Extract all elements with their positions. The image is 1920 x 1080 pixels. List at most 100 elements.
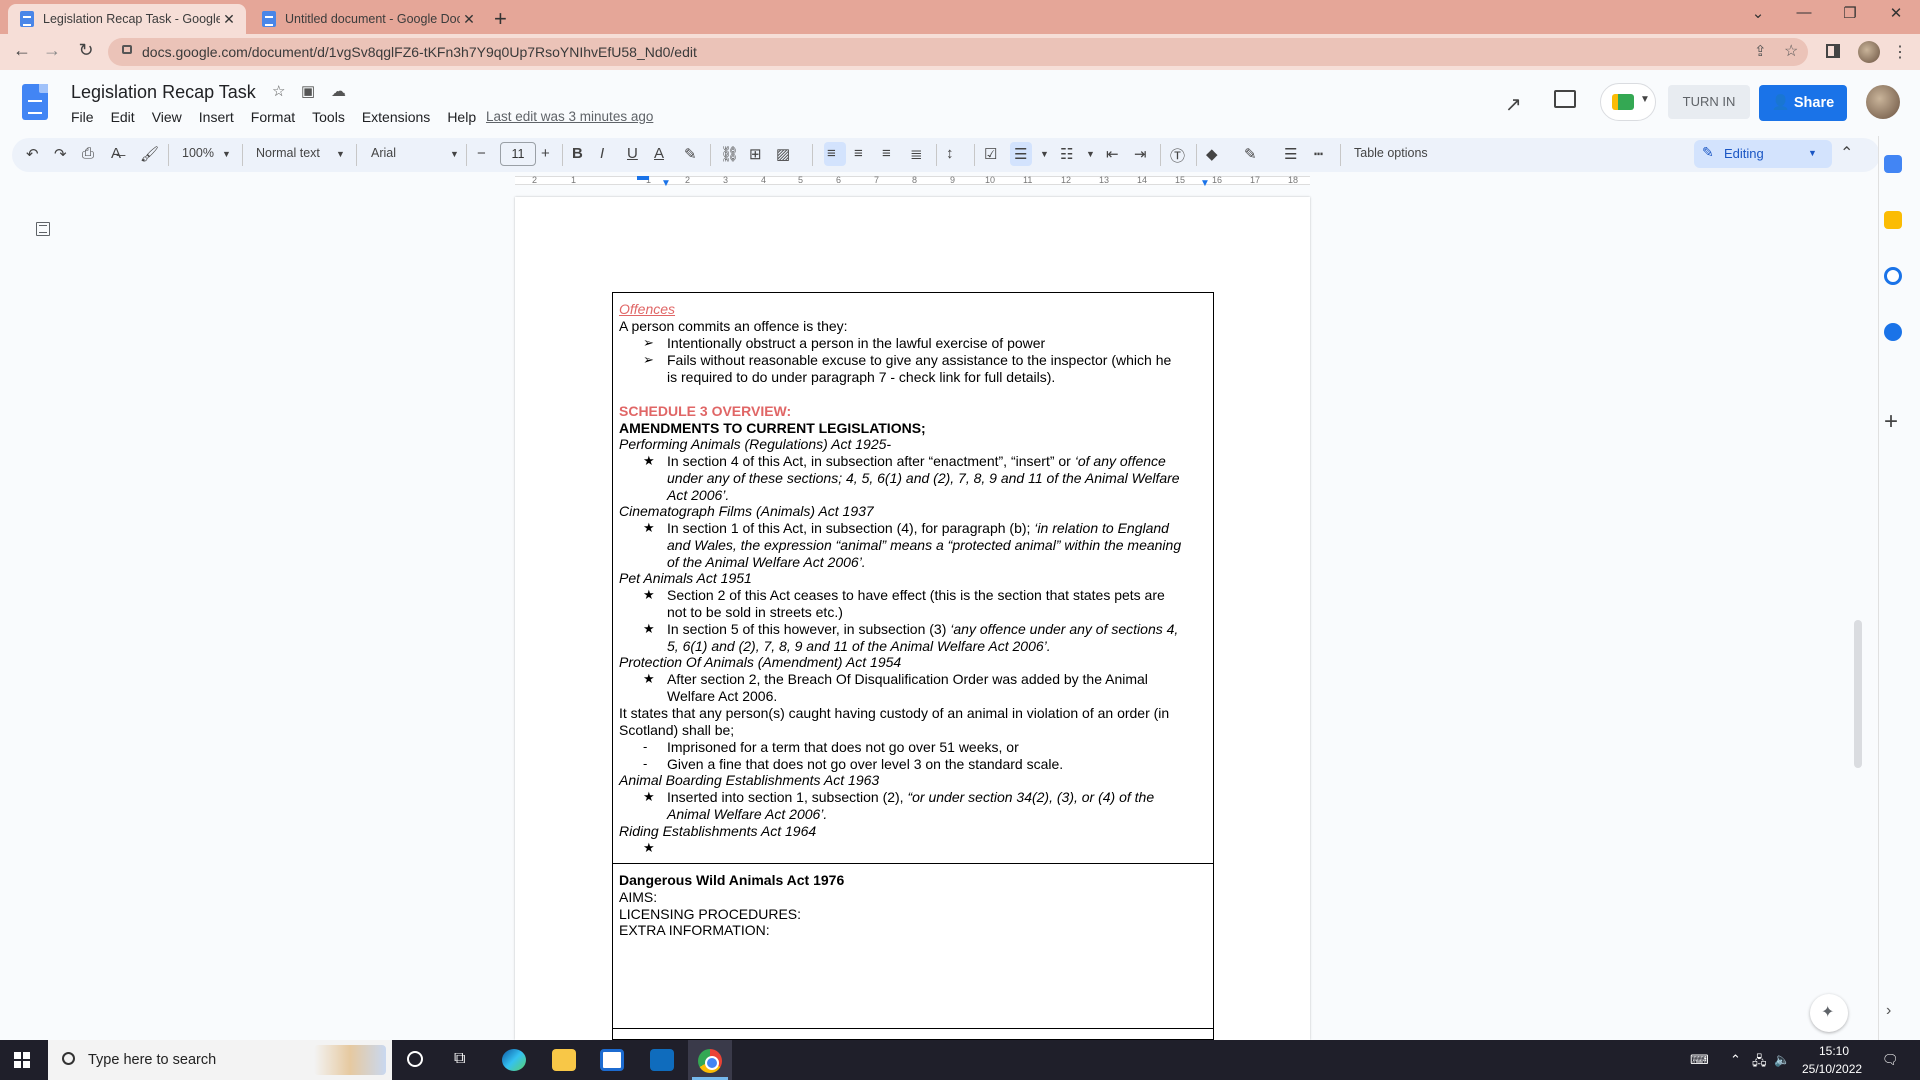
share-page-icon[interactable]: ⇪ (1754, 42, 1767, 60)
comment-history-icon[interactable] (1554, 90, 1576, 108)
insert-link-icon[interactable]: ⛓ (720, 145, 739, 163)
network-icon[interactable]: 🖧 (1752, 1052, 1767, 1074)
add-comment-icon[interactable]: ⊞ (749, 145, 762, 163)
keep-icon[interactable] (1884, 211, 1902, 229)
collapse-menus-icon[interactable]: ⌃ (1840, 143, 1853, 163)
left-indent-marker[interactable]: ▼ (661, 178, 671, 189)
tab-untitled-document[interactable]: Untitled document - Google Doc ✕ (250, 4, 486, 34)
underline-icon[interactable]: U (627, 145, 638, 162)
task-view-icon[interactable]: ⧉ (454, 1050, 465, 1068)
share-button[interactable]: 👤 Share (1759, 85, 1847, 121)
cortana-icon[interactable] (407, 1051, 423, 1067)
lock-icon[interactable] (122, 45, 132, 54)
font-size-input[interactable]: 11 (500, 142, 536, 166)
font-dropdown-icon[interactable]: ▼ (450, 149, 459, 159)
menu-extensions[interactable]: Extensions (362, 109, 430, 125)
forward-arrow-icon[interactable]: → (38, 40, 66, 61)
chrome-menu-icon[interactable]: ⋮ (1892, 42, 1908, 62)
close-tab-icon[interactable]: ✕ (220, 11, 238, 28)
right-indent-marker[interactable]: ▼ (1200, 178, 1210, 189)
star-icon[interactable]: ☆ (272, 82, 285, 100)
bulleted-list-icon[interactable]: ☰ (1014, 145, 1027, 163)
menu-edit[interactable]: Edit (111, 109, 135, 125)
close-tab-icon[interactable]: ✕ (460, 11, 478, 28)
italic-icon[interactable]: I (600, 145, 604, 162)
keyboard-icon[interactable]: ⌨ (1690, 1052, 1709, 1068)
numbered-list-dropdown-icon[interactable]: ▼ (1086, 149, 1095, 159)
get-add-ons-plus-icon[interactable]: + (1884, 408, 1898, 436)
windows-start-icon[interactable] (14, 1052, 30, 1068)
clear-formatting-icon[interactable]: Ⓣ (1170, 145, 1185, 166)
show-hidden-icons-icon[interactable]: ⌃ (1730, 1052, 1741, 1068)
tab-search-chevron-icon[interactable]: ⌄ (1738, 4, 1778, 22)
align-right-icon[interactable]: ≡ (882, 145, 891, 162)
chrome-profile-avatar[interactable] (1858, 41, 1880, 63)
justify-icon[interactable]: ≣ (910, 145, 923, 163)
first-line-indent-marker[interactable] (637, 176, 649, 180)
bulleted-list-dropdown-icon[interactable]: ▼ (1040, 149, 1049, 159)
vertical-scrollbar[interactable] (1854, 620, 1862, 768)
mode-dropdown-icon[interactable]: ▼ (1808, 148, 1817, 158)
highlight-color-icon[interactable]: ✎ (684, 145, 697, 163)
document-outline-icon[interactable] (36, 222, 50, 236)
menu-tools[interactable]: Tools (312, 109, 345, 125)
increase-font-size-icon[interactable]: + (541, 145, 550, 162)
insert-image-icon[interactable]: ▨ (776, 145, 790, 163)
undo-icon[interactable]: ↶ (26, 145, 39, 163)
last-edit-link[interactable]: Last edit was 3 minutes ago (486, 109, 653, 124)
decrease-font-size-icon[interactable]: − (477, 145, 486, 162)
font-select[interactable]: Arial (371, 146, 396, 160)
new-tab-plus-icon[interactable]: + (494, 6, 507, 32)
bookmark-star-icon[interactable]: ☆ (1784, 41, 1798, 61)
line-spacing-icon[interactable]: ↕ (946, 145, 954, 162)
notifications-icon[interactable]: 🗨 (1882, 1052, 1899, 1068)
numbered-list-icon[interactable]: ☷ (1060, 145, 1073, 163)
expand-side-panel-icon[interactable]: › (1886, 1002, 1891, 1020)
menu-help[interactable]: Help (447, 109, 476, 125)
bold-icon[interactable]: B (572, 145, 583, 162)
print-icon[interactable]: ⎙ (82, 145, 94, 162)
document-title[interactable]: Legislation Recap Task (71, 82, 256, 103)
align-center-icon[interactable]: ≡ (854, 145, 863, 162)
paint-format-icon[interactable]: 🖌 (140, 145, 159, 163)
table-options-button[interactable]: Table options (1354, 146, 1428, 160)
redo-icon[interactable]: ↷ (54, 145, 67, 163)
explore-button[interactable] (1810, 994, 1848, 1032)
text-color-icon[interactable]: A (654, 145, 664, 162)
spellcheck-icon[interactable]: A̶ (111, 145, 121, 162)
move-folder-icon[interactable]: ▣ (301, 82, 315, 100)
zoom-select[interactable]: 100% (182, 146, 214, 160)
side-panel-icon[interactable] (1826, 44, 1840, 58)
menu-format[interactable]: Format (251, 109, 295, 125)
restore-icon[interactable]: ❐ (1830, 4, 1870, 22)
background-color-icon[interactable]: ◆ (1206, 145, 1218, 163)
border-color-icon[interactable]: ✎ (1244, 145, 1257, 163)
menu-insert[interactable]: Insert (199, 109, 234, 125)
activity-dashboard-icon[interactable]: ↗ (1505, 92, 1522, 117)
menu-file[interactable]: File (71, 109, 94, 125)
back-arrow-icon[interactable]: ← (8, 40, 36, 61)
decrease-indent-icon[interactable]: ⇤ (1106, 145, 1119, 163)
calendar-icon[interactable] (1884, 155, 1902, 173)
style-dropdown-icon[interactable]: ▼ (336, 149, 345, 159)
style-select[interactable]: Normal text (256, 146, 320, 160)
increase-indent-icon[interactable]: ⇥ (1134, 145, 1147, 163)
border-width-icon[interactable]: ☰ (1284, 145, 1297, 163)
volume-icon[interactable]: 🔈 (1774, 1052, 1790, 1068)
contacts-icon[interactable] (1884, 323, 1902, 341)
google-docs-logo-icon[interactable] (22, 84, 48, 120)
tab-legislation-recap[interactable]: Legislation Recap Task - Google D ✕ (8, 4, 246, 34)
url-text[interactable]: docs.google.com/document/d/1vgSv8qglFZ6-… (142, 44, 697, 60)
align-left-icon[interactable]: ≡ (827, 145, 836, 162)
clock-time[interactable]: 15:10 (1818, 1044, 1850, 1058)
clock-date[interactable]: 25/10/2022 (1802, 1062, 1862, 1076)
edge-icon[interactable] (502, 1049, 526, 1071)
checklist-icon[interactable]: ☑ (984, 145, 997, 163)
chrome-icon[interactable] (698, 1049, 722, 1073)
turn-in-button[interactable]: TURN IN (1668, 85, 1750, 119)
meet-dropdown-icon[interactable]: ▼ (1640, 94, 1650, 105)
minimize-icon[interactable]: — (1784, 4, 1824, 21)
tasks-icon[interactable] (1884, 267, 1902, 285)
cloud-saved-icon[interactable]: ☁ (331, 82, 346, 100)
reload-icon[interactable]: ↻ (72, 40, 100, 61)
